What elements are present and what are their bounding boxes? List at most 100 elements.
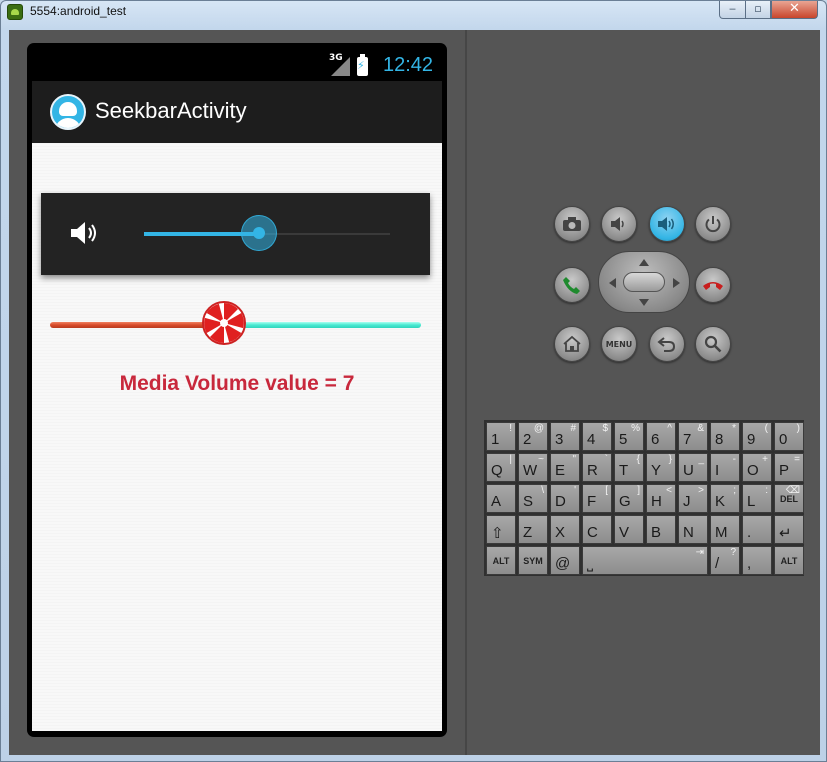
- key-alt-label: !: [509, 423, 512, 434]
- dpad[interactable]: [598, 251, 690, 313]
- key-i[interactable]: I-: [710, 453, 740, 482]
- key-r[interactable]: R `: [582, 453, 612, 482]
- key-4-2[interactable]: @: [550, 546, 580, 575]
- power-button[interactable]: [695, 206, 731, 242]
- key-a[interactable]: A: [486, 484, 516, 513]
- key-3-9[interactable]: ↵: [774, 515, 804, 544]
- key-alt[interactable]: ALT: [486, 546, 516, 575]
- key-alt-label: ~: [538, 454, 544, 465]
- key-u[interactable]: U _: [678, 453, 708, 482]
- action-bar: SeekbarActivity: [32, 81, 442, 143]
- key-3[interactable]: 3 #: [550, 422, 580, 451]
- app-logo-icon[interactable]: [50, 94, 86, 130]
- key-k[interactable]: K;: [710, 484, 740, 513]
- device-screen: 3G 12:42 SeekbarActivity: [27, 43, 447, 737]
- search-button[interactable]: [695, 326, 731, 362]
- key-label: W: [523, 462, 538, 479]
- key-o[interactable]: O +: [742, 453, 772, 482]
- key-t[interactable]: T{: [614, 453, 644, 482]
- end-call-icon: [703, 282, 723, 290]
- key-c[interactable]: C: [582, 515, 612, 544]
- volume-down-icon: [611, 217, 624, 231]
- key-4-5[interactable]: ,: [742, 546, 772, 575]
- dpad-up-icon[interactable]: [639, 259, 649, 266]
- key-m[interactable]: M: [710, 515, 740, 544]
- key-v[interactable]: V: [614, 515, 644, 544]
- key-z[interactable]: Z: [518, 515, 548, 544]
- key-7[interactable]: 7 &: [678, 422, 708, 451]
- back-button[interactable]: [649, 326, 685, 362]
- key-4[interactable]: 4 $: [582, 422, 612, 451]
- key-3-0[interactable]: ⇧: [486, 515, 516, 544]
- key-alt-label: ^: [667, 423, 672, 434]
- key-label: .: [747, 524, 752, 541]
- key-l[interactable]: L:: [742, 484, 772, 513]
- key-8[interactable]: 8 *: [710, 422, 740, 451]
- key-5[interactable]: 5%: [614, 422, 644, 451]
- key-s[interactable]: S \: [518, 484, 548, 513]
- volume-up-button[interactable]: [649, 206, 685, 242]
- key-label: Z: [523, 524, 533, 541]
- key-2[interactable]: 2 @: [518, 422, 548, 451]
- key-label: J: [683, 493, 691, 510]
- home-button[interactable]: [554, 326, 590, 362]
- key-d[interactable]: D ': [550, 484, 580, 513]
- key-q[interactable]: Q |: [486, 453, 516, 482]
- key-label: M: [715, 524, 728, 541]
- key-alt[interactable]: ALT: [774, 546, 804, 575]
- key-4-3[interactable]: ⎵ ⇥: [582, 546, 708, 575]
- key-6[interactable]: 6 ^: [646, 422, 676, 451]
- custom-seekbar[interactable]: [50, 301, 421, 345]
- key-f[interactable]: F[: [582, 484, 612, 513]
- key-label: O: [747, 462, 759, 479]
- close-button[interactable]: ✕: [771, 1, 818, 19]
- volume-seekbar-thumb[interactable]: [253, 227, 265, 239]
- key-p[interactable]: P =: [774, 453, 804, 482]
- key-label: H: [651, 493, 662, 510]
- key-b[interactable]: B: [646, 515, 676, 544]
- dpad-left-icon[interactable]: [609, 278, 616, 288]
- key-label: B: [651, 524, 662, 541]
- call-button[interactable]: [554, 267, 590, 303]
- dpad-center-button[interactable]: [623, 272, 665, 292]
- key-h[interactable]: H <: [646, 484, 676, 513]
- emulator-window: 5554:android_test ‒ ▫ ✕ 3G 12:42 Seekbar…: [0, 0, 827, 762]
- key-label: 1: [491, 431, 500, 448]
- key-n[interactable]: N: [678, 515, 708, 544]
- volume-down-button[interactable]: [601, 206, 637, 242]
- status-bar: 3G 12:42: [32, 51, 442, 81]
- key-label: ,: [747, 555, 752, 572]
- key-alt-label: `: [604, 454, 608, 465]
- key-label: 7: [683, 431, 692, 448]
- key-0[interactable]: 0): [774, 422, 804, 451]
- key-label: 0: [779, 431, 788, 448]
- key-del[interactable]: DEL ⌫: [774, 484, 804, 513]
- key-9[interactable]: 9(: [742, 422, 772, 451]
- dpad-down-icon[interactable]: [639, 299, 649, 306]
- key-label: G: [619, 493, 631, 510]
- key-e[interactable]: E ": [550, 453, 580, 482]
- minimize-button[interactable]: ‒: [719, 1, 746, 19]
- key-label: 9: [747, 431, 756, 448]
- key-x[interactable]: X: [550, 515, 580, 544]
- maximize-button[interactable]: ▫: [745, 1, 771, 19]
- peppermint-thumb-icon[interactable]: [201, 300, 247, 346]
- key-g[interactable]: G]: [614, 484, 644, 513]
- key-sym[interactable]: SYM: [518, 546, 548, 575]
- key-y[interactable]: Y}: [646, 453, 676, 482]
- title-bar[interactable]: 5554:android_test ‒ ▫ ✕: [1, 1, 826, 23]
- key-3-8[interactable]: .: [742, 515, 772, 544]
- key-1[interactable]: 1!: [486, 422, 516, 451]
- custom-seekbar-progress: [50, 322, 224, 328]
- home-icon: [563, 335, 581, 352]
- key-label: A: [491, 493, 502, 510]
- key-4-4[interactable]: /?: [710, 546, 740, 575]
- key-w[interactable]: W ~: [518, 453, 548, 482]
- key-alt-label: %: [631, 423, 640, 434]
- dpad-right-icon[interactable]: [673, 278, 680, 288]
- volume-seekbar[interactable]: [144, 215, 390, 251]
- end-call-button[interactable]: [695, 267, 731, 303]
- key-j[interactable]: J >: [678, 484, 708, 513]
- camera-button[interactable]: [554, 206, 590, 242]
- menu-button[interactable]: MENU: [601, 326, 637, 362]
